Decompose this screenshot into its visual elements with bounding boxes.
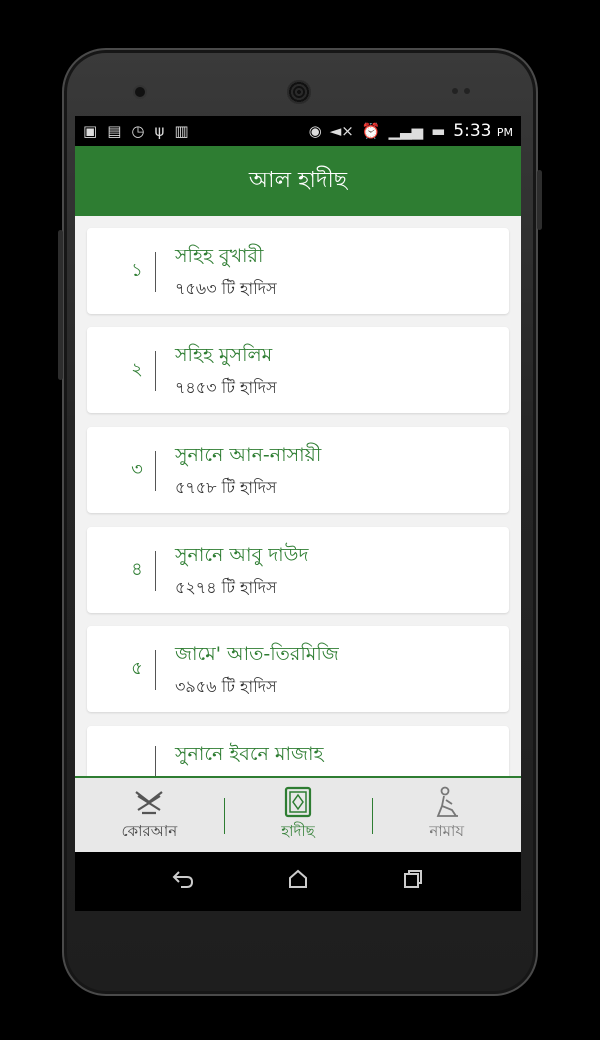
- signal-icon: ▁▃▅: [388, 121, 424, 140]
- nav-hadith-label: হাদীছ: [281, 821, 315, 840]
- book-number: ৪: [131, 558, 143, 580]
- keyboard-icon: ▤: [107, 121, 122, 140]
- hadith-book-list[interactable]: ১ সহিহ বুখারী ৭৫৬৩ টি হাদিস ২ সহিহ মুসলি…: [75, 216, 521, 776]
- earpiece-speaker: [287, 80, 311, 104]
- alarm-icon: ⏰: [361, 121, 381, 140]
- screen: ▣ ▤ ◷ ψ ▥ ◉ ◄× ⏰ ▁▃▅ ▬ 5:33 PM আল হাদীছ …: [75, 116, 521, 911]
- book-title: সুনানে আন-নাসায়ী: [175, 444, 322, 466]
- book-card-3[interactable]: ৩ সুনানে আন-নাসায়ী ৫৭৫৮ টি হাদিস: [87, 427, 509, 513]
- mute-icon: ◄×: [329, 121, 354, 140]
- clock-icon: ◷: [131, 121, 145, 140]
- system-navigation-bar: [75, 852, 521, 911]
- back-icon[interactable]: [163, 869, 203, 895]
- home-icon[interactable]: [278, 868, 318, 896]
- book-number: ৫: [131, 657, 143, 679]
- nav-quran[interactable]: কোরআন: [75, 778, 224, 852]
- barcode-icon: ▥: [174, 121, 189, 140]
- bottom-navigation: কোরআন হাদীছ নামায: [75, 776, 521, 852]
- side-button-left: [58, 230, 63, 380]
- side-button-right: [537, 170, 542, 230]
- hadith-count: ৫৭৫৮ টি হাদিস: [175, 478, 277, 497]
- card-divider: [155, 451, 156, 491]
- nav-hadith[interactable]: হাদীছ: [223, 778, 373, 852]
- quran-stand-icon: [132, 786, 166, 816]
- book-title: সুনানে ইবনে মাজাহ: [175, 743, 324, 765]
- nav-namaz-label: নামায: [429, 821, 464, 840]
- book-card-5[interactable]: ৫ জামে' আত-তিরমিজি ৩৯৫৬ টি হাদিস: [87, 626, 509, 712]
- status-bar: ▣ ▤ ◷ ψ ▥ ◉ ◄× ⏰ ▁▃▅ ▬ 5:33 PM: [75, 116, 521, 146]
- hadith-count: ৫২৭৪ টি হাদিস: [175, 578, 277, 597]
- battery-icon: ▬: [431, 121, 446, 140]
- light-sensor: [464, 88, 470, 94]
- front-camera: [133, 85, 147, 99]
- book-title: সহিহ মুসলিম: [175, 344, 273, 366]
- book-card-6[interactable]: সুনানে ইবনে মাজাহ: [87, 726, 509, 776]
- usb-icon: ψ: [154, 121, 165, 140]
- book-icon: [283, 786, 313, 817]
- book-number: [117, 726, 157, 776]
- card-divider: [155, 351, 156, 391]
- card-divider: [155, 650, 156, 690]
- hadith-count: ৭৫৬৩ টি হাদিস: [175, 279, 277, 298]
- book-card-1[interactable]: ১ সহিহ বুখারী ৭৫৬৩ টি হাদিস: [87, 228, 509, 314]
- hadith-count: ৭৪৫৩ টি হাদিস: [175, 378, 277, 397]
- praying-person-icon: [432, 786, 462, 817]
- book-title: সহিহ বুখারী: [175, 245, 264, 267]
- proximity-sensor: [452, 88, 458, 94]
- app-bar: আল হাদীছ: [75, 146, 521, 216]
- hadith-count: ৩৯৫৬ টি হাদিস: [175, 677, 277, 696]
- book-title: সুনানে আবু দাউদ: [175, 544, 309, 566]
- nfc-icon: ◉: [308, 121, 322, 140]
- card-divider: [155, 551, 156, 591]
- recents-icon[interactable]: [393, 868, 433, 896]
- card-divider: [155, 746, 156, 776]
- book-card-2[interactable]: ২ সহিহ মুসলিম ৭৪৫৩ টি হাদিস: [87, 327, 509, 413]
- page-title: আল হাদীছ: [248, 167, 348, 193]
- status-time: 5:33 PM: [453, 121, 513, 141]
- book-number: ১: [131, 259, 143, 281]
- book-number: ২: [131, 358, 143, 380]
- photo-icon: ▣: [83, 121, 98, 140]
- card-divider: [155, 252, 156, 292]
- nav-quran-label: কোরআন: [121, 821, 178, 840]
- book-number: ৩: [131, 458, 143, 480]
- nav-namaz[interactable]: নামায: [372, 778, 521, 852]
- book-title: জামে' আত-তিরমিজি: [175, 643, 339, 665]
- book-card-4[interactable]: ৪ সুনানে আবু দাউদ ৫২৭৪ টি হাদিস: [87, 527, 509, 613]
